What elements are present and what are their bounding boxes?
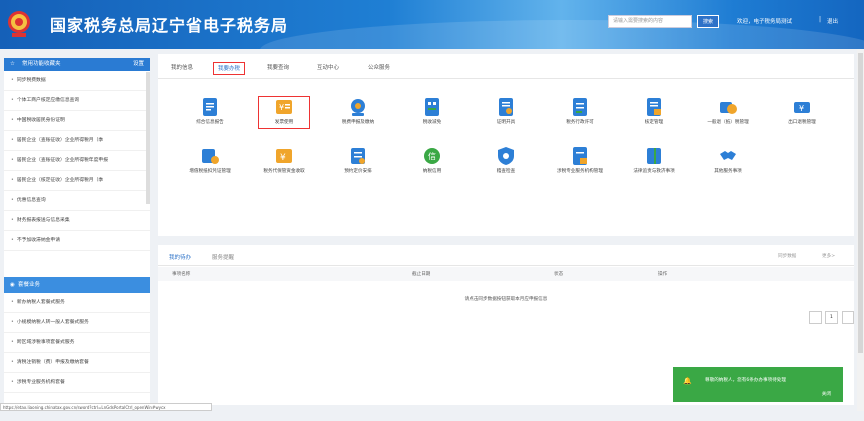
- packages-panel: ◉ 套餐业务 • 新办纳税人套餐式服务 • 小规模纳税人转一般人套餐式服务 • 跨区域…: [4, 277, 150, 393]
- service-vat-deduction[interactable]: 增值税抵扣凭证管理: [180, 146, 240, 196]
- sync-data-link[interactable]: 同步数据: [778, 253, 796, 259]
- service-other[interactable]: 其他服务事项: [698, 146, 758, 196]
- handshake-icon: [720, 151, 736, 160]
- svg-text:¥: ¥: [799, 104, 804, 113]
- tax-emblem-icon: [8, 11, 30, 37]
- col-deadline: 截止日期: [412, 272, 431, 277]
- sidebar: ☆ 常用功能收藏夹 设置 • 同步税费数据 • 个体工商户核定应缴信息查询 • 中国税…: [4, 58, 150, 408]
- star-icon: ☆: [10, 61, 15, 67]
- agency-icon: [573, 147, 587, 165]
- sidebar-item[interactable]: • 跨区域涉税事项套餐式服务: [4, 333, 150, 353]
- service-inspection[interactable]: 稽查检查: [476, 146, 536, 196]
- vat-deduction-icon: [202, 149, 219, 164]
- tab-divider: [158, 78, 854, 79]
- fund-custody-icon: ¥: [276, 149, 292, 163]
- sidebar-item[interactable]: • 不予加收滞纳金申请: [4, 231, 150, 251]
- document-report-icon: [203, 98, 217, 116]
- favorites-scrollbar[interactable]: [146, 72, 150, 204]
- favorites-settings-link[interactable]: 设置: [133, 58, 144, 71]
- tab-my-info[interactable]: 我的信息: [171, 62, 193, 75]
- pager-prev[interactable]: [809, 311, 822, 324]
- svg-text:¥: ¥: [280, 153, 286, 163]
- col-item-name: 事项名称: [172, 272, 191, 277]
- search-button[interactable]: 搜索: [697, 15, 719, 28]
- service-comprehensive-report[interactable]: 综合信息报告: [180, 97, 240, 147]
- sidebar-item[interactable]: • 居民企业（查账征收）企业所得税月（季: [4, 131, 150, 151]
- todo-table-header: 事项名称 截止日期 状态 操作: [158, 267, 854, 281]
- search-input[interactable]: 请输入需要搜索的内容: [608, 15, 692, 28]
- toast-message: 尊敬的纳税人，您有6条办办事项待处理: [705, 378, 787, 383]
- service-professional-agency[interactable]: 涉税专业服务机构管理: [550, 146, 610, 196]
- service-pricing-arrangement[interactable]: 预约定价安排: [328, 146, 388, 196]
- service-tax-reduction[interactable]: 税收减免: [402, 97, 462, 147]
- tab-query[interactable]: 我要查询: [267, 62, 289, 75]
- declaration-icon: [351, 99, 365, 116]
- service-fund-custody[interactable]: ¥ 税务代保管资金收取: [254, 146, 314, 196]
- sidebar-item[interactable]: • 同步税费数据: [4, 71, 150, 91]
- todo-divider: [158, 265, 854, 266]
- col-action: 操作: [658, 272, 668, 277]
- export-refund-icon: ¥: [794, 102, 810, 113]
- sidebar-item[interactable]: • 清税注销税（费）申报及缴纳套餐: [4, 353, 150, 373]
- header-separator: |: [819, 16, 822, 23]
- license-icon: [573, 98, 587, 116]
- empty-message: 请点击同步数据按钮获取本月应申报信息: [464, 297, 548, 302]
- bell-icon: 🔔: [683, 377, 692, 385]
- service-admin-license[interactable]: 税务行政许可: [550, 97, 610, 147]
- reduction-icon: [425, 98, 439, 116]
- service-refund[interactable]: 一般退（抵）税管理: [698, 97, 758, 147]
- sidebar-item[interactable]: • 小规模纳税人转一般人套餐式服务: [4, 313, 150, 333]
- pager-next[interactable]: [842, 311, 854, 324]
- toast-close-button[interactable]: 关闭: [822, 391, 831, 397]
- service-export-refund[interactable]: ¥ 出口退税管理: [772, 97, 832, 147]
- favorites-title: 常用功能收藏夹: [22, 61, 61, 67]
- service-verification[interactable]: 核定管理: [624, 97, 684, 147]
- scrollbar-thumb[interactable]: [858, 53, 863, 353]
- tab-my-todo[interactable]: 我的待办: [169, 253, 191, 261]
- tab-service-reminder[interactable]: 服务提醒: [212, 253, 234, 261]
- refund-icon: [720, 102, 737, 114]
- sidebar-item[interactable]: • 居民企业（查账征收）企业所得税年度申报: [4, 151, 150, 171]
- site-header: 国家税务总局辽宁省电子税务局 请输入需要搜索的内容 搜索 欢迎，电子税务局测试 …: [0, 0, 864, 49]
- credit-icon: 信: [424, 148, 440, 164]
- site-title: 国家税务总局辽宁省电子税务局: [50, 16, 289, 35]
- favorites-panel-header: ☆ 常用功能收藏夹 设置: [4, 58, 150, 71]
- shield-icon: [498, 147, 514, 165]
- status-url: https://etax.liaoning.chinatax.gov.cn/sw…: [0, 403, 212, 411]
- packages-panel-header: ◉ 套餐业务: [4, 277, 150, 293]
- service-tax-credit[interactable]: 信 纳税信用: [402, 146, 462, 196]
- pricing-icon: [351, 148, 365, 164]
- service-tax-declaration[interactable]: 税费申报及缴纳: [328, 97, 388, 147]
- page-scrollbar[interactable]: [857, 49, 864, 411]
- sidebar-item[interactable]: • 个体工商户核定应缴信息查询: [4, 91, 150, 111]
- col-status: 状态: [554, 272, 564, 277]
- svg-text:信: 信: [428, 151, 436, 161]
- favorites-list: • 同步税费数据 • 个体工商户核定应缴信息查询 • 中国税收居民身份证明 • 居民企业…: [4, 71, 150, 251]
- sidebar-item[interactable]: • 中国税收居民身份证明: [4, 111, 150, 131]
- tab-public-service[interactable]: 公众服务: [368, 62, 390, 75]
- tab-interaction[interactable]: 互动中心: [317, 62, 339, 75]
- verification-icon: [647, 98, 661, 116]
- more-link[interactable]: 更多>: [822, 253, 835, 259]
- sidebar-item[interactable]: • 居民企业（核定征收）企业所得税月（季: [4, 171, 150, 191]
- pager-page-1[interactable]: 1: [825, 311, 838, 324]
- tab-tax-handling[interactable]: 我要办税: [213, 62, 246, 75]
- certificate-icon: [499, 98, 513, 116]
- sidebar-item[interactable]: • 优惠信息查询: [4, 191, 150, 211]
- legal-book-icon: [647, 148, 661, 164]
- sidebar-item[interactable]: • 新办纳税人套餐式服务: [4, 293, 150, 313]
- notification-toast: 🔔 尊敬的纳税人，您有6条办办事项待处理 关闭: [673, 367, 843, 402]
- logout-link[interactable]: 退出: [827, 17, 838, 25]
- highlight-box: [258, 96, 310, 129]
- welcome-text: 欢迎，电子税务局测试: [737, 19, 793, 25]
- packages-title: 套餐业务: [18, 282, 41, 288]
- sidebar-item[interactable]: • 财务报表报送与信息采集: [4, 211, 150, 231]
- package-icon: ◉: [10, 282, 15, 288]
- packages-list: • 新办纳税人套餐式服务 • 小规模纳税人转一般人套餐式服务 • 跨区域涉税事项套餐式…: [4, 293, 150, 393]
- service-certificate[interactable]: 证明开具: [476, 97, 536, 147]
- sidebar-item[interactable]: • 涉税专业服务机构套餐: [4, 373, 150, 393]
- service-legal-remedy[interactable]: 法律追责与救济事项: [624, 146, 684, 196]
- service-panel: 我的信息 我要办税 我要查询 互动中心 公众服务 综合信息报告 ¥ 发票使用 税…: [158, 54, 854, 236]
